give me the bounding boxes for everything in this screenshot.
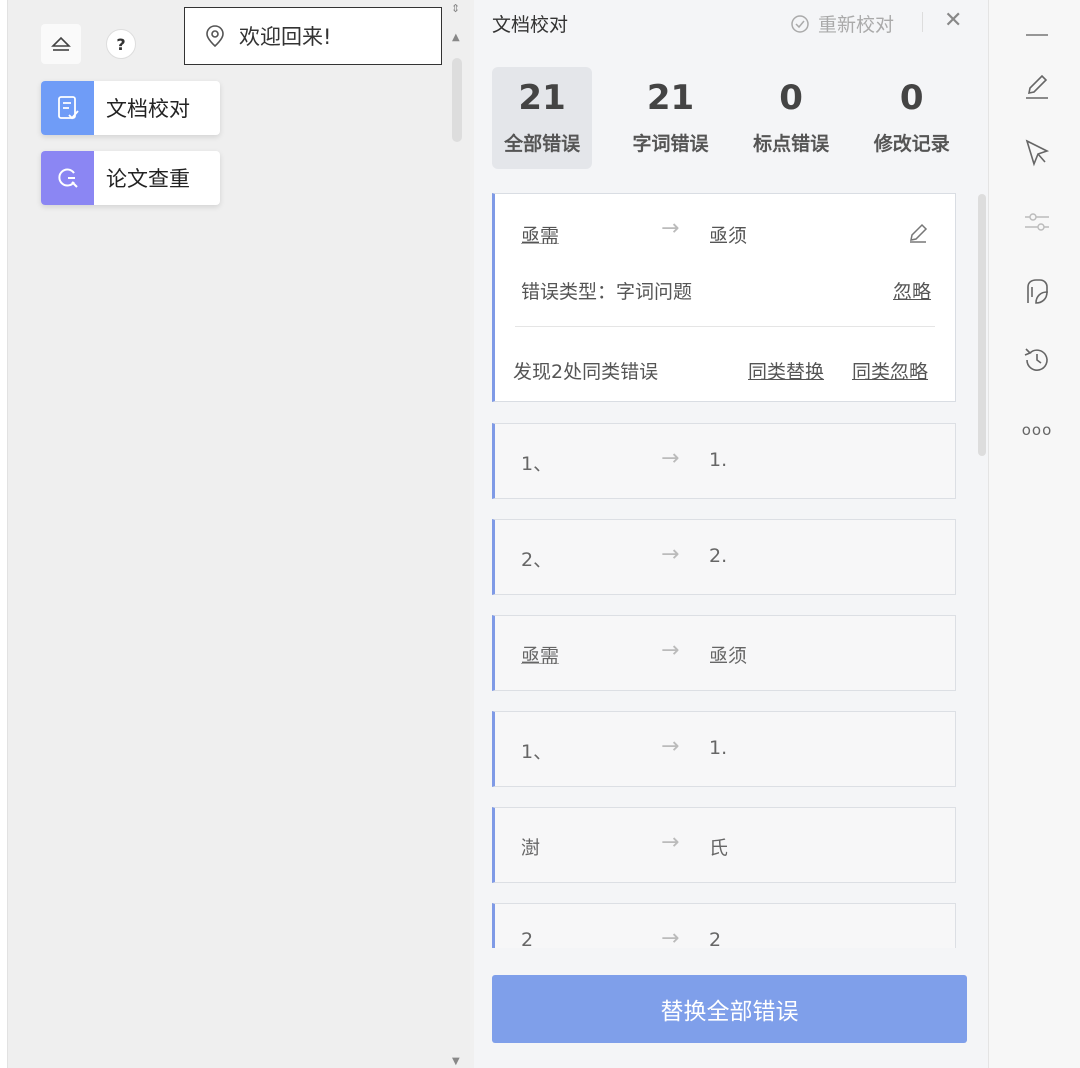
recheck-icon xyxy=(791,14,809,33)
error-suggestion-text: 亟须 xyxy=(709,645,748,667)
error-stats: 21 全部错误 21 字词错误 0 标点错误 0 修改记录 xyxy=(492,67,972,171)
eject-button[interactable] xyxy=(41,24,81,64)
error-suggestion-text[interactable]: 亟须 xyxy=(709,221,747,248)
tab-punctuation-errors[interactable]: 0 标点错误 xyxy=(731,67,852,169)
edit-pencil-icon[interactable] xyxy=(907,222,929,244)
close-icon[interactable]: ✕ xyxy=(944,8,962,33)
minus-icon[interactable] xyxy=(1020,14,1054,48)
proofread-panel: 文档校对 重新校对 ✕ 21 全部错误 21 字词错误 0 标点错误 0 修改记… xyxy=(474,0,988,1068)
document-scrollbar[interactable]: ⇕ ▲ ▼ xyxy=(448,0,466,1068)
similar-errors-text: 发现2处同类错误 xyxy=(513,361,659,383)
cursor-icon[interactable] xyxy=(1020,136,1054,170)
tab-revision-history[interactable]: 0 修改记录 xyxy=(851,67,972,169)
error-card[interactable]: 1、 → 1. xyxy=(492,423,956,499)
arrow-right-icon: → xyxy=(661,830,680,855)
panel-title: 文档校对 xyxy=(492,14,569,36)
error-type-label: 错误类型：字词问题 xyxy=(521,281,693,303)
error-list: 亟需 → 亟须 错误类型：字词问题 忽略 发现2处同类错误 同类替换 同类忽略 … xyxy=(492,193,958,948)
plagiarism-check-button[interactable]: 论文查重 xyxy=(41,151,220,205)
error-suggestion-text: 2 xyxy=(709,929,722,948)
right-toolbar: ooo xyxy=(988,0,1080,1068)
recheck-button[interactable]: 重新校对 xyxy=(790,10,894,37)
scroll-up-icon[interactable]: ▲ xyxy=(452,32,460,43)
welcome-text: 欢迎回来! xyxy=(239,25,332,49)
stat-number: 0 xyxy=(899,77,924,118)
error-original-text: 1、 xyxy=(521,453,553,475)
welcome-banner: 欢迎回来! xyxy=(184,7,442,65)
arrow-right-icon: → xyxy=(661,216,680,241)
tab-all-errors[interactable]: 21 全部错误 xyxy=(492,67,593,169)
error-card-expanded[interactable]: 亟需 → 亟须 错误类型：字词问题 忽略 发现2处同类错误 同类替换 同类忽略 xyxy=(492,193,956,402)
arrow-right-icon: → xyxy=(661,542,680,567)
error-original-text: 亟需 xyxy=(521,225,560,247)
sliders-icon[interactable] xyxy=(1020,205,1054,239)
error-suggestion-text: 1. xyxy=(709,449,728,471)
proofread-doc-icon xyxy=(41,81,94,135)
error-suggestion-text: 2. xyxy=(709,545,728,567)
more-icon[interactable]: ooo xyxy=(1020,413,1054,447)
stat-caption: 标点错误 xyxy=(753,132,830,155)
replace-all-button[interactable]: 替换全部错误 xyxy=(492,975,967,1043)
arrow-right-icon: → xyxy=(661,446,680,471)
ignore-similar-link[interactable]: 同类忽略 xyxy=(852,357,928,384)
proofread-feature-button[interactable]: 文档校对 xyxy=(41,81,220,135)
stat-caption: 字词错误 xyxy=(632,132,709,155)
proofread-feature-label: 文档校对 xyxy=(106,97,190,121)
location-pin-icon xyxy=(206,25,224,48)
panel-scrollbar-thumb[interactable] xyxy=(978,194,986,456)
error-card[interactable]: 2 → 2 xyxy=(492,903,956,948)
stat-number: 21 xyxy=(518,77,566,118)
recheck-label: 重新校对 xyxy=(818,14,895,36)
tab-word-errors[interactable]: 21 字词错误 xyxy=(610,67,731,169)
stat-caption: 全部错误 xyxy=(504,132,581,155)
error-original-text: 亟需 xyxy=(521,645,560,667)
error-card[interactable]: 澍 → 氏 xyxy=(492,807,956,883)
plagiarism-search-icon xyxy=(41,151,94,205)
error-suggestion-text: 氏 xyxy=(709,837,729,859)
arrow-right-icon: → xyxy=(661,734,680,759)
pen-icon[interactable] xyxy=(1020,70,1054,104)
error-original-text: 2 xyxy=(521,929,534,948)
error-original-text: 2、 xyxy=(521,549,553,571)
document-area: ? 欢迎回来! 文档校对 论文查重 ⇕ ▲ ▼ xyxy=(0,0,470,1068)
error-suggestion-text: 1. xyxy=(709,737,728,759)
help-button[interactable]: ? xyxy=(106,29,136,59)
header-separator xyxy=(922,12,923,32)
eject-icon xyxy=(51,36,71,51)
history-icon[interactable] xyxy=(1020,343,1054,377)
error-card[interactable]: 亟需 → 亟须 xyxy=(492,615,956,691)
error-original-text: 澍 xyxy=(521,837,541,859)
scroll-top-icon[interactable]: ⇕ xyxy=(451,2,460,15)
stat-caption: 修改记录 xyxy=(873,132,950,155)
error-card[interactable]: 2、 → 2. xyxy=(492,519,956,595)
arrow-right-icon: → xyxy=(661,926,680,948)
plagiarism-check-label: 论文查重 xyxy=(106,167,190,191)
error-original-text: 1、 xyxy=(521,741,553,763)
replace-similar-link[interactable]: 同类替换 xyxy=(748,357,824,384)
error-card[interactable]: 1、 → 1. xyxy=(492,711,956,787)
ignore-link[interactable]: 忽略 xyxy=(893,277,931,304)
card-divider xyxy=(515,326,935,327)
stat-number: 21 xyxy=(646,77,695,118)
stat-number: 0 xyxy=(779,77,803,118)
arrow-right-icon: → xyxy=(661,638,680,663)
help-label: ? xyxy=(116,34,126,54)
scroll-down-icon[interactable]: ▼ xyxy=(452,1056,460,1067)
document-page-edge xyxy=(0,0,8,1068)
leaf-icon[interactable] xyxy=(1020,275,1054,309)
scrollbar-thumb[interactable] xyxy=(452,58,462,142)
